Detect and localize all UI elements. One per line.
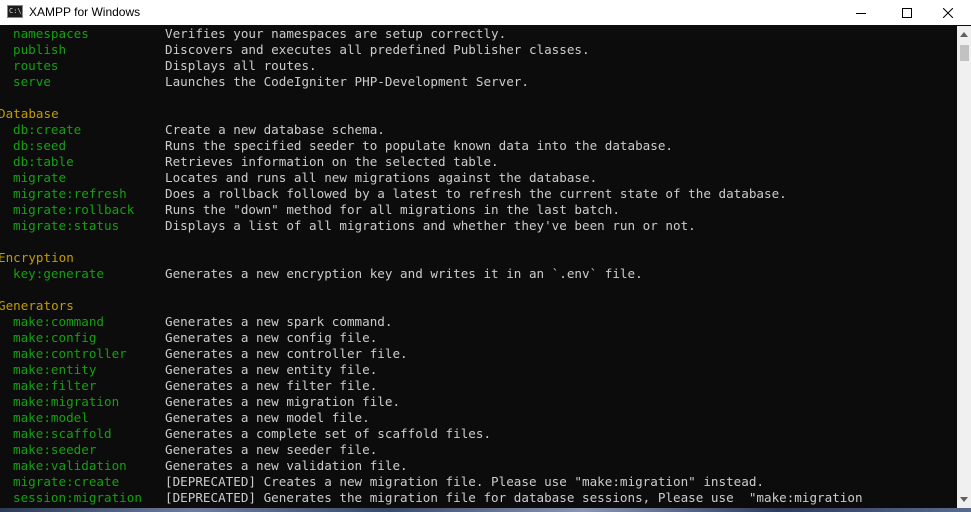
scroll-up-button[interactable] (957, 26, 971, 43)
command-name: key:generate (13, 266, 104, 281)
window-title: XAMPP for Windows (29, 5, 141, 19)
command-name: migrate:refresh (13, 186, 127, 201)
console-app-icon[interactable]: C:\_ (7, 5, 26, 18)
command-description: Generates a new validation file. (165, 458, 408, 473)
command-name: make:command (13, 314, 104, 329)
command-description: Generates a new encryption key and write… (165, 266, 643, 281)
close-button[interactable] (925, 0, 971, 25)
command-name: namespaces (13, 26, 89, 41)
minimize-button[interactable] (838, 0, 884, 25)
command-description: Verifies your namespaces are setup corre… (165, 26, 507, 41)
command-description: Generates a new model file. (165, 410, 370, 425)
group-heading: Generators (0, 298, 74, 313)
maximize-button[interactable] (884, 0, 930, 25)
desktop-background-strip (0, 508, 971, 512)
command-name: serve (13, 74, 51, 89)
command-description: Locates and runs all new migrations agai… (165, 170, 598, 185)
command-name: db:create (13, 122, 82, 137)
command-name: migrate (13, 170, 67, 185)
command-description: Generates a new migration file. (165, 394, 401, 409)
command-name: make:migration (13, 394, 120, 409)
close-icon (943, 7, 953, 18)
scroll-down-button[interactable] (957, 491, 971, 508)
command-description: Displays all routes. (165, 58, 317, 73)
scrollbar-thumb[interactable] (960, 45, 969, 61)
command-description: Discovers and executes all predefined Pu… (165, 42, 590, 57)
command-name: make:config (13, 330, 97, 345)
command-description: Displays a list of all migrations and wh… (165, 218, 696, 233)
scroll-down-arrow-icon (960, 497, 968, 502)
command-name: publish (13, 42, 67, 57)
vertical-scrollbar[interactable] (957, 26, 971, 508)
command-name: db:table (13, 154, 74, 169)
command-name: migrate:create (13, 474, 120, 489)
group-heading: Database (0, 106, 59, 121)
command-description: Generates a new spark command. (165, 314, 393, 329)
command-description: [DEPRECATED] Generates the migration fil… (165, 490, 863, 505)
command-description: Launches the CodeIgniter PHP-Development… (165, 74, 529, 89)
minimize-icon (856, 12, 866, 14)
group-heading: Encryption (0, 250, 74, 265)
command-name: make:entity (13, 362, 97, 377)
command-name: make:validation (13, 458, 127, 473)
command-description: Runs the "down" method for all migration… (165, 202, 620, 217)
command-description: Generates a complete set of scaffold fil… (165, 426, 492, 441)
console-output[interactable]: namespaces Verifies your namespaces are s… (0, 26, 957, 508)
command-description: Runs the specified seeder to populate kn… (165, 138, 673, 153)
command-description: Generates a new filter file. (165, 378, 378, 393)
command-name: make:model (13, 410, 89, 425)
command-name: make:controller (13, 346, 127, 361)
command-description: Does a rollback followed by a latest to … (165, 186, 787, 201)
command-name: migrate:status (13, 218, 120, 233)
console-icon-text: C:\_ (9, 7, 26, 15)
command-name: migrate:rollback (13, 202, 135, 217)
command-description: Generates a new controller file. (165, 346, 408, 361)
command-description: Generates a new config file. (165, 330, 378, 345)
command-name: routes (13, 58, 59, 73)
command-name: session:migration (13, 490, 142, 505)
command-description: Retrieves information on the selected ta… (165, 154, 499, 169)
command-description: Create a new database schema. (165, 122, 385, 137)
command-description: Generates a new entity file. (165, 362, 378, 377)
command-name: make:filter (13, 378, 97, 393)
scroll-up-arrow-icon (960, 32, 968, 37)
title-bar[interactable]: C:\_ XAMPP for Windows (0, 0, 971, 25)
command-description: Generates a new seeder file. (165, 442, 378, 457)
command-name: make:scaffold (13, 426, 112, 441)
maximize-icon (902, 7, 912, 18)
command-name: db:seed (13, 138, 67, 153)
command-description: [DEPRECATED] Creates a new migration fil… (165, 474, 764, 489)
command-name: make:seeder (13, 442, 97, 457)
